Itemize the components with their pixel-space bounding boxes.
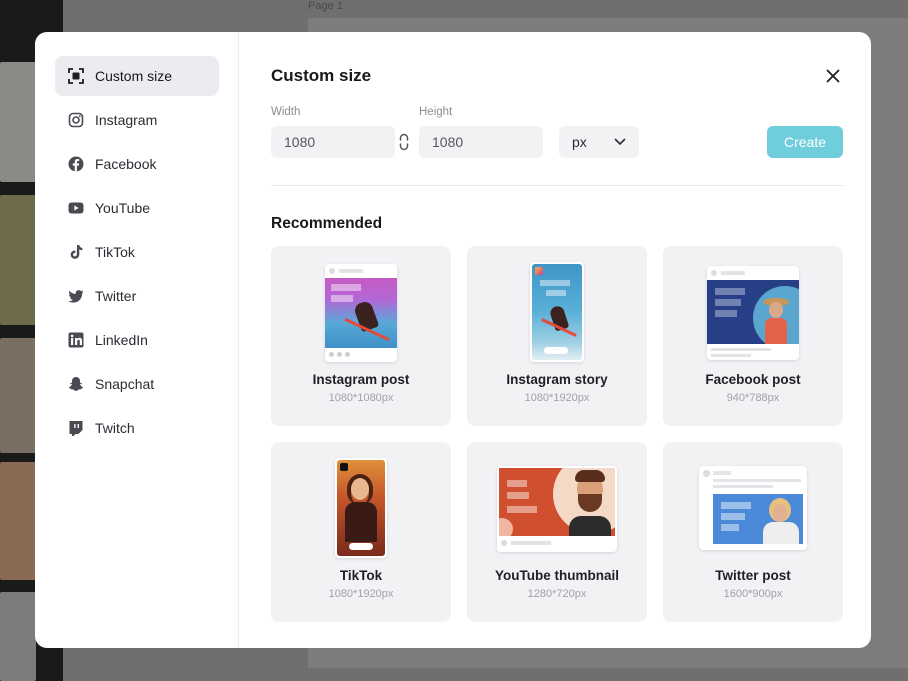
page-label: Page 1 — [308, 0, 343, 12]
youtube-icon — [68, 200, 84, 216]
sidebar-item-label: Custom size — [95, 68, 173, 84]
sidebar-item-twitter[interactable]: Twitter — [55, 276, 219, 316]
divider — [271, 185, 843, 186]
card-title: Facebook post — [705, 372, 801, 387]
instagram-post-thumbnail — [325, 264, 397, 362]
sidebar-item-snapchat[interactable]: Snapchat — [55, 364, 219, 404]
card-dimensions: 1080*1080px — [328, 392, 394, 404]
sidebar-item-instagram[interactable]: Instagram — [55, 100, 219, 140]
width-input[interactable] — [271, 126, 395, 158]
preset-card-facebook-post[interactable]: Facebook post 940*788px — [663, 246, 843, 426]
facebook-icon — [68, 156, 84, 172]
template-thumb — [0, 195, 36, 325]
card-dimensions: 1600*900px — [723, 588, 783, 600]
card-title: Twitter post — [715, 568, 791, 583]
unit-select[interactable]: px — [559, 126, 639, 158]
template-thumb — [0, 462, 36, 580]
preset-card-tiktok[interactable]: TikTok 1080*1920px — [271, 442, 451, 622]
card-dimensions: 1080*1920px — [328, 588, 394, 600]
card-title: TikTok — [339, 568, 383, 583]
unit-value: px — [572, 134, 587, 150]
sidebar-item-label: Instagram — [95, 112, 158, 128]
sidebar-item-custom-size[interactable]: Custom size — [55, 56, 219, 96]
sidebar-item-label: TikTok — [95, 244, 135, 260]
instagram-icon — [68, 112, 84, 128]
format-sidebar: Custom size Instagram Facebook YouTube T… — [35, 32, 239, 648]
sidebar-item-label: Twitch — [95, 420, 135, 436]
card-title: Instagram post — [312, 372, 410, 387]
twitter-icon — [68, 288, 84, 304]
youtube-thumbnail-preview — [497, 466, 617, 552]
link-ratio-icon[interactable] — [397, 132, 411, 152]
sidebar-item-label: Snapchat — [95, 376, 155, 392]
tiktok-thumbnail — [335, 458, 387, 558]
sidebar-item-linkedin[interactable]: LinkedIn — [55, 320, 219, 360]
sidebar-item-twitch[interactable]: Twitch — [55, 408, 219, 448]
template-thumb — [0, 62, 36, 182]
twitter-post-thumbnail — [699, 466, 807, 550]
chevron-down-icon — [614, 138, 626, 146]
dialog-content: Custom size Width Height px Create Recom… — [239, 32, 871, 648]
sidebar-item-facebook[interactable]: Facebook — [55, 144, 219, 184]
card-dimensions: 1080*1920px — [524, 392, 590, 404]
preset-card-twitter-post[interactable]: Twitter post 1600*900px — [663, 442, 843, 622]
recommended-heading: Recommended — [271, 215, 383, 232]
height-input[interactable] — [419, 126, 543, 158]
template-thumb — [0, 338, 36, 453]
snapchat-icon — [68, 376, 84, 392]
instagram-story-thumbnail — [530, 262, 584, 362]
card-title: Instagram story — [506, 372, 608, 387]
preset-card-instagram-post[interactable]: Instagram post 1080*1080px — [271, 246, 451, 426]
sidebar-item-tiktok[interactable]: TikTok — [55, 232, 219, 272]
linkedin-icon — [68, 332, 84, 348]
tiktok-icon — [68, 244, 84, 260]
create-button[interactable]: Create — [767, 126, 843, 158]
height-label: Height — [419, 106, 453, 118]
sidebar-item-label: LinkedIn — [95, 332, 148, 348]
card-title: YouTube thumbnail — [495, 568, 619, 583]
sidebar-item-label: Facebook — [95, 156, 157, 172]
width-label: Width — [271, 106, 301, 118]
preset-card-youtube-thumbnail[interactable]: YouTube thumbnail 1280*720px — [467, 442, 647, 622]
card-dimensions: 940*788px — [726, 392, 780, 404]
sidebar-item-label: Twitter — [95, 288, 137, 304]
sidebar-item-label: YouTube — [95, 200, 151, 216]
dialog-title: Custom size — [271, 66, 372, 85]
crop-frame-icon — [68, 68, 84, 84]
preset-card-instagram-story[interactable]: Instagram story 1080*1920px — [467, 246, 647, 426]
custom-size-dialog: Custom size Instagram Facebook YouTube T… — [35, 32, 871, 648]
card-dimensions: 1280*720px — [527, 588, 587, 600]
sidebar-item-youtube[interactable]: YouTube — [55, 188, 219, 228]
facebook-post-thumbnail — [707, 266, 799, 360]
twitch-icon — [68, 420, 84, 436]
template-thumb — [0, 592, 36, 681]
close-icon[interactable] — [823, 66, 843, 86]
